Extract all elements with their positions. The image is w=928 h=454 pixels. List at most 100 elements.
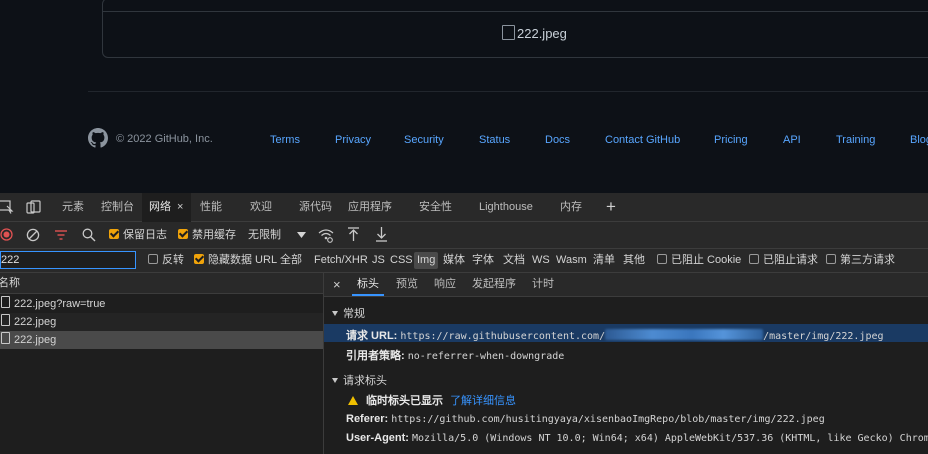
checkbox-unchecked-icon bbox=[826, 254, 836, 264]
add-tab-icon[interactable]: + bbox=[606, 193, 616, 221]
checkbox-unchecked-icon bbox=[657, 254, 667, 264]
filter-type-doc[interactable]: 文档 bbox=[503, 249, 525, 272]
filter-type-js[interactable]: JS bbox=[372, 249, 385, 272]
referrer-policy-field: 引用者策略: no-referrer-when-downgrade bbox=[346, 347, 564, 363]
footer-link-api[interactable]: API bbox=[783, 134, 801, 146]
third-party-checkbox[interactable]: 第三方请求 bbox=[826, 249, 895, 272]
tab-network[interactable]: 网络 × bbox=[142, 193, 192, 223]
request-url-row[interactable]: 请求 URL: https://raw.githubusercontent.co… bbox=[324, 324, 928, 342]
filter-type-font[interactable]: 字体 bbox=[472, 249, 494, 272]
image-alt-text: 222.jpeg bbox=[517, 26, 567, 41]
github-logo-icon[interactable] bbox=[88, 128, 108, 148]
tab-headers[interactable]: 标头 bbox=[352, 273, 384, 296]
tab-memory[interactable]: 内存 bbox=[560, 193, 582, 221]
user-agent-value: Mozilla/5.0 (Windows NT 10.0; Win64; x64… bbox=[412, 433, 928, 444]
footer-link-privacy[interactable]: Privacy bbox=[335, 134, 371, 146]
tab-welcome[interactable]: 欢迎 bbox=[250, 193, 272, 221]
checkbox-checked-icon bbox=[109, 229, 119, 239]
footer-link-terms[interactable]: Terms bbox=[270, 134, 300, 146]
tab-timing[interactable]: 计时 bbox=[532, 273, 554, 296]
tab-security[interactable]: 安全性 bbox=[419, 193, 452, 221]
network-toolbar: 保留日志 禁用缓存 无限制 bbox=[0, 222, 928, 249]
blocked-requests-checkbox[interactable]: 已阻止请求 bbox=[749, 249, 818, 272]
footer-link-docs[interactable]: Docs bbox=[545, 134, 570, 146]
checkbox-unchecked-icon bbox=[749, 254, 759, 264]
filter-type-all[interactable]: 全部 bbox=[280, 249, 302, 272]
filter-type-css[interactable]: CSS bbox=[390, 249, 413, 272]
preserve-log-checkbox[interactable]: 保留日志 bbox=[109, 222, 167, 248]
section-request-headers-title: 请求标头 bbox=[343, 375, 387, 387]
tab-sources[interactable]: 源代码 bbox=[299, 193, 332, 221]
hide-data-urls-label: 隐藏数据 URL bbox=[208, 254, 278, 266]
footer-link-training[interactable]: Training bbox=[836, 134, 875, 146]
column-header-name[interactable]: 名称 bbox=[0, 273, 323, 294]
tab-response[interactable]: 响应 bbox=[434, 273, 456, 296]
close-details-icon[interactable]: × bbox=[333, 273, 341, 296]
column-header-label: 名称 bbox=[0, 277, 20, 289]
hide-data-urls-checkbox[interactable]: 隐藏数据 URL bbox=[194, 249, 277, 272]
devtools-panel: 元素 控制台 网络 × 性能 欢迎 源代码 应用程序 安全性 Lighthouse… bbox=[0, 193, 928, 454]
disable-cache-checkbox[interactable]: 禁用缓存 bbox=[178, 222, 236, 248]
filter-type-img[interactable]: Img bbox=[414, 252, 439, 269]
tab-preview[interactable]: 预览 bbox=[396, 273, 418, 296]
filter-type-media[interactable]: 媒体 bbox=[443, 249, 465, 272]
tab-application[interactable]: 应用程序 bbox=[348, 193, 392, 221]
provisional-notice-text: 临时标头已显示 bbox=[366, 395, 443, 407]
tab-lighthouse[interactable]: Lighthouse bbox=[479, 193, 533, 221]
tab-performance[interactable]: 性能 bbox=[200, 193, 222, 221]
details-tabbar: × 标头 预览 响应 发起程序 计时 bbox=[324, 273, 928, 297]
record-stop-icon[interactable] bbox=[0, 228, 13, 241]
third-party-label: 第三方请求 bbox=[840, 254, 895, 266]
footer-link-pricing[interactable]: Pricing bbox=[714, 134, 748, 146]
chevron-down-icon[interactable] bbox=[297, 232, 306, 238]
footer-link-contact[interactable]: Contact GitHub bbox=[605, 134, 680, 146]
filter-input[interactable] bbox=[0, 251, 136, 269]
filter-type-wasm[interactable]: Wasm bbox=[556, 249, 587, 272]
section-general-toggle[interactable]: 常规 bbox=[332, 305, 365, 321]
filter-type-ws[interactable]: WS bbox=[532, 249, 550, 272]
inspect-element-icon[interactable] bbox=[0, 200, 14, 214]
request-row[interactable]: 222.jpeg?raw=true bbox=[0, 295, 323, 313]
export-har-icon[interactable] bbox=[375, 227, 388, 242]
search-icon[interactable] bbox=[82, 228, 96, 242]
learn-more-link[interactable]: 了解详细信息 bbox=[450, 395, 516, 407]
blocked-cookies-checkbox[interactable]: 已阻止 Cookie bbox=[657, 249, 741, 272]
file-icon bbox=[1, 314, 10, 326]
clear-icon[interactable] bbox=[26, 228, 40, 242]
triangle-down-icon bbox=[332, 378, 338, 383]
filter-type-manifest[interactable]: 清单 bbox=[593, 249, 615, 272]
invert-label: 反转 bbox=[162, 254, 184, 266]
user-agent-label: User-Agent: bbox=[346, 432, 409, 444]
network-conditions-icon[interactable] bbox=[318, 228, 334, 243]
footer-link-status[interactable]: Status bbox=[479, 134, 510, 146]
invert-checkbox[interactable]: 反转 bbox=[148, 249, 184, 272]
filter-icon[interactable] bbox=[54, 229, 68, 241]
close-tab-icon[interactable]: × bbox=[177, 201, 183, 213]
referer-header: Referer: https://github.com/husitingyaya… bbox=[346, 413, 825, 425]
checkbox-checked-icon bbox=[178, 229, 188, 239]
throttling-select[interactable]: 无限制 bbox=[248, 222, 281, 248]
request-row-selected[interactable]: 222.jpeg bbox=[0, 331, 323, 349]
github-page: 222.jpeg © 2022 GitHub, Inc. Terms Priva… bbox=[0, 0, 928, 193]
tab-elements[interactable]: 元素 bbox=[62, 193, 84, 221]
request-url-label: 请求 URL: bbox=[346, 330, 398, 342]
tab-initiator[interactable]: 发起程序 bbox=[472, 273, 516, 296]
broken-image-icon bbox=[502, 25, 515, 40]
tab-console[interactable]: 控制台 bbox=[101, 193, 134, 221]
import-har-icon[interactable] bbox=[347, 227, 360, 242]
file-icon bbox=[1, 296, 10, 308]
request-url-prefix: https://raw.githubusercontent.com/ bbox=[400, 331, 606, 342]
footer-link-security[interactable]: Security bbox=[404, 134, 444, 146]
request-row[interactable]: 222.jpeg bbox=[0, 313, 323, 331]
footer-link-blog[interactable]: Blog bbox=[910, 134, 928, 146]
filter-type-fetch-xhr[interactable]: Fetch/XHR bbox=[314, 249, 368, 272]
request-url-field: 请求 URL: https://raw.githubusercontent.co… bbox=[346, 327, 884, 343]
filter-type-other[interactable]: 其他 bbox=[623, 249, 645, 272]
device-toolbar-icon[interactable] bbox=[26, 200, 42, 214]
request-name: 222.jpeg bbox=[14, 316, 57, 328]
redacted-area bbox=[605, 329, 764, 340]
section-general-title: 常规 bbox=[343, 308, 365, 320]
broken-image[interactable]: 222.jpeg bbox=[502, 25, 567, 41]
section-request-headers-toggle[interactable]: 请求标头 bbox=[332, 372, 387, 388]
request-url-suffix: /master/img/222.jpeg bbox=[763, 331, 884, 342]
